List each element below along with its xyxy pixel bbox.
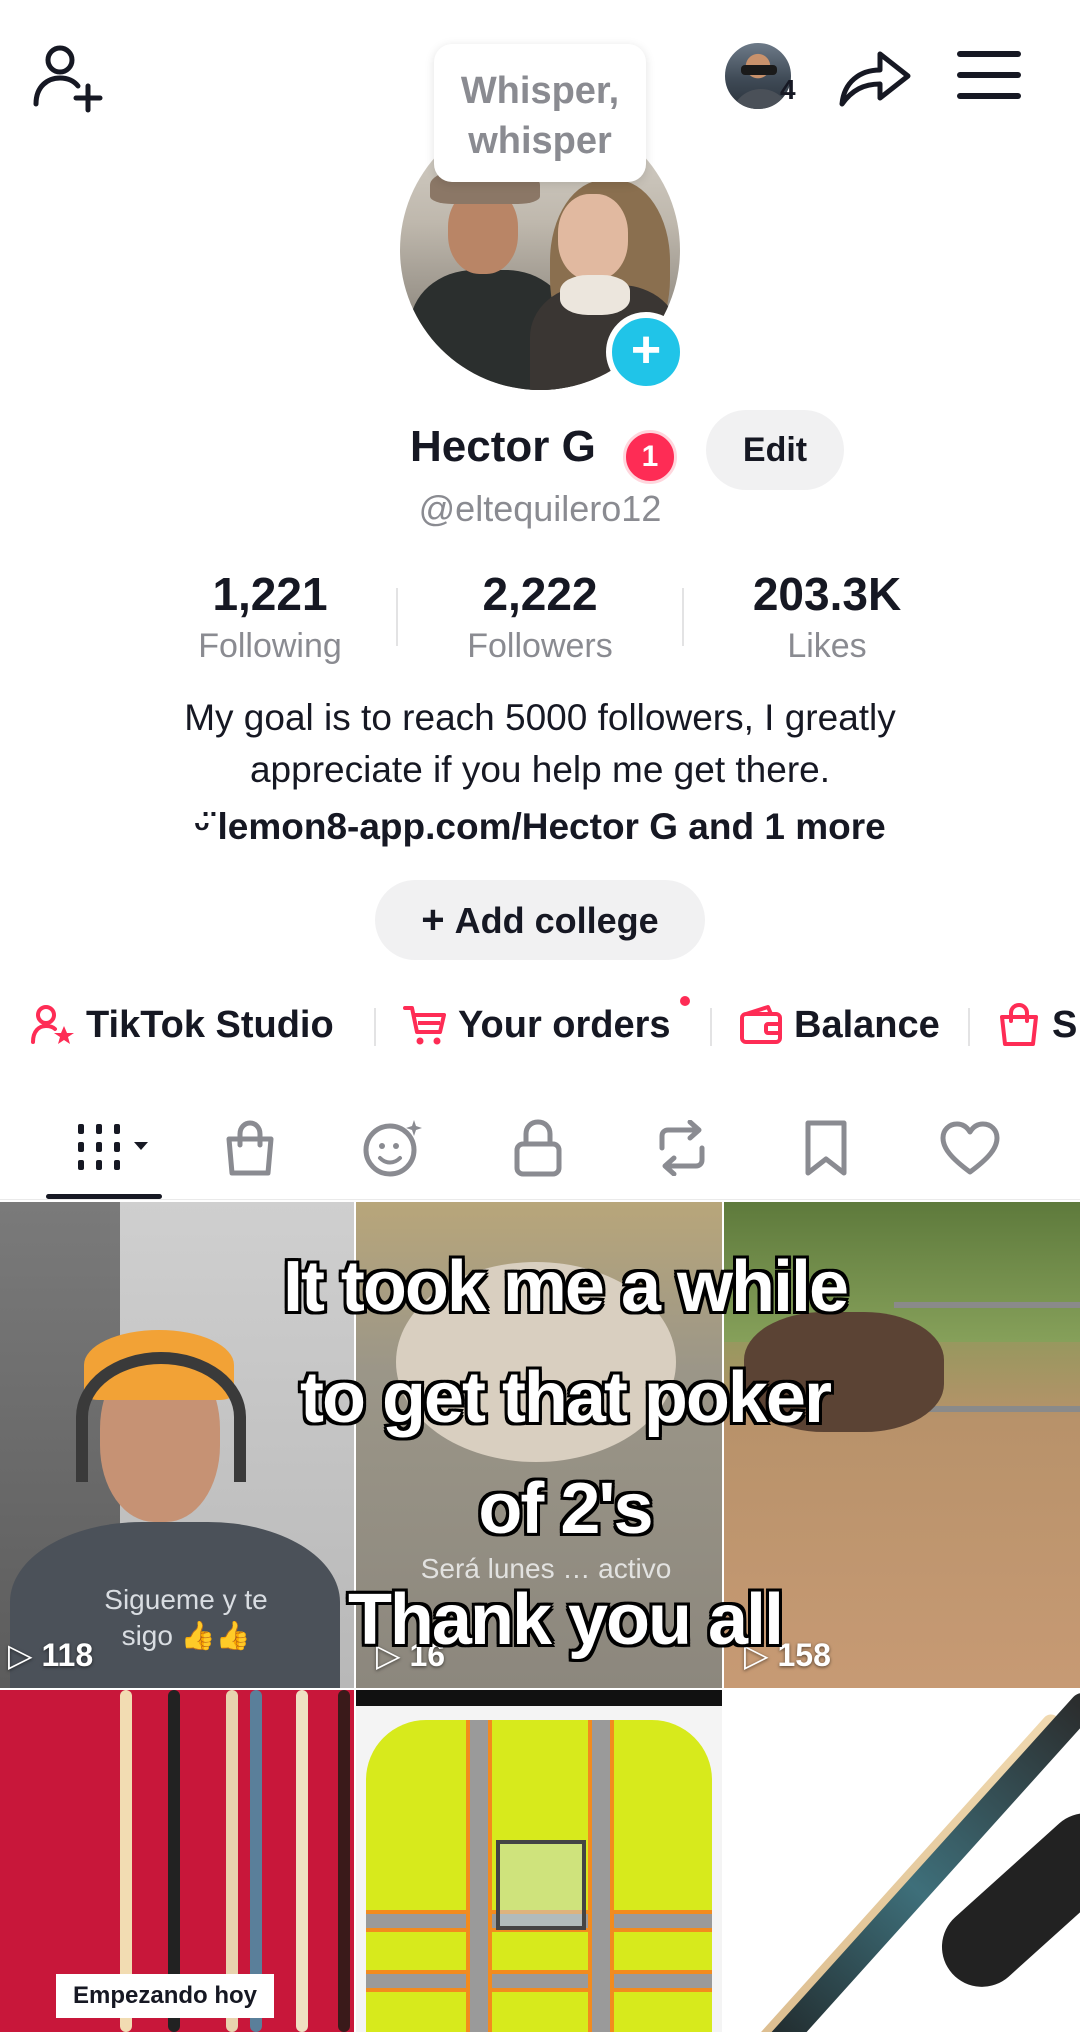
tab-liked[interactable] xyxy=(934,1116,1006,1180)
name-row: Hector G 1 Edit xyxy=(0,410,1080,492)
active-tab-indicator xyxy=(46,1194,162,1199)
caption-line-2: to get that poker xyxy=(299,1358,832,1438)
shortcut-shop-label: S xyxy=(1052,1003,1078,1046)
view-count: ▷ 118 xyxy=(8,1637,94,1673)
shortcut-tiktok-studio-label: TikTok Studio xyxy=(86,1003,334,1046)
tab-creator[interactable] xyxy=(358,1116,430,1180)
content-tabs xyxy=(0,1100,1080,1200)
tab-shop[interactable] xyxy=(214,1116,286,1180)
caption-line-4: Thank you all xyxy=(347,1580,784,1660)
cart-icon xyxy=(403,1006,446,1045)
video-label: Empezando hoy xyxy=(56,1974,274,2018)
stat-divider xyxy=(396,588,398,646)
bio-line-2: appreciate if you help me get there. xyxy=(249,749,831,790)
repost-icon xyxy=(659,1120,705,1176)
stat-following-value: 1,221 xyxy=(212,568,328,620)
video-caption-overlay: It took me a while to get that poker of … xyxy=(140,1232,990,1676)
username: @eltequilero12 xyxy=(418,488,662,529)
whisper-line-1: Whisper, xyxy=(460,70,620,112)
stat-following[interactable]: 1,221 Following xyxy=(140,566,400,670)
person-star-icon xyxy=(31,1005,74,1044)
stat-likes[interactable]: 203.3K Likes xyxy=(697,566,957,670)
share-icon[interactable] xyxy=(834,38,914,114)
add-college-label: Add college xyxy=(454,900,659,941)
add-college-button[interactable]: + Add college xyxy=(375,880,705,960)
videos-grid-icon xyxy=(78,1124,148,1170)
display-name: Hector G xyxy=(410,422,596,471)
stat-likes-label: Likes xyxy=(787,627,867,665)
edit-profile-button[interactable]: Edit xyxy=(706,410,844,490)
shortcut-divider xyxy=(968,1008,970,1046)
menu-icon[interactable] xyxy=(956,48,1022,102)
shortcut-divider xyxy=(374,1008,376,1046)
tab-videos[interactable] xyxy=(72,1116,160,1180)
bio-link-text: lemon8-app.com/Hector G and 1 more xyxy=(217,806,886,847)
shortcut-your-orders[interactable]: Your orders xyxy=(402,990,671,1060)
stat-followers[interactable]: 2,222 Followers xyxy=(410,566,670,670)
bio: My goal is to reach 5000 followers, I gr… xyxy=(80,692,1000,796)
video-thumbnail[interactable]: Empezando hoy xyxy=(0,1690,354,2032)
plus-icon: + xyxy=(421,898,445,942)
video-thumbnail[interactable] xyxy=(356,1690,722,2032)
shortcut-tiktok-studio[interactable]: TikTok Studio xyxy=(30,990,334,1060)
stat-followers-label: Followers xyxy=(467,627,613,665)
lock-icon xyxy=(514,1119,562,1177)
caption-line-1: It took me a while xyxy=(282,1247,849,1327)
bio-link[interactable]: ᵕ̈ lemon8-app.com/Hector G and 1 more xyxy=(0,806,1080,848)
whisper-line-2: whisper xyxy=(468,120,612,162)
profile-stats: 1,221 Following 2,222 Followers 203.3K L… xyxy=(140,566,940,676)
add-friend-icon[interactable] xyxy=(30,38,108,116)
shop-bag-icon xyxy=(226,1120,274,1176)
story-count: 4 xyxy=(780,74,796,105)
stat-following-label: Following xyxy=(198,627,342,665)
stat-followers-value: 2,222 xyxy=(482,568,598,620)
shortcuts-row: TikTok Studio Your orders Balance S xyxy=(0,990,1080,1060)
tab-reposts[interactable] xyxy=(646,1116,718,1180)
orders-notification-dot xyxy=(680,996,690,1006)
creator-face-icon xyxy=(363,1120,422,1177)
whisper-bubble[interactable]: Whisper, whisper xyxy=(434,44,646,182)
wallet-icon xyxy=(740,1005,782,1044)
heart-icon xyxy=(940,1121,1000,1175)
lemon8-icon: ᵕ̈ xyxy=(194,806,210,847)
shortcut-balance-label: Balance xyxy=(794,1003,940,1046)
notification-badge[interactable]: 1 xyxy=(623,430,677,484)
tab-private[interactable] xyxy=(502,1116,574,1180)
add-story-button[interactable]: + xyxy=(606,312,686,392)
stat-divider xyxy=(682,588,684,646)
bookmark-icon xyxy=(805,1120,847,1176)
shortcut-divider xyxy=(710,1008,712,1046)
caption-line-3: of 2's xyxy=(478,1469,653,1549)
stat-likes-value: 203.3K xyxy=(752,568,902,620)
shortcut-balance[interactable]: Balance xyxy=(738,990,940,1060)
tab-favorites[interactable] xyxy=(790,1116,862,1180)
shortcut-your-orders-label: Your orders xyxy=(458,1003,671,1046)
shopping-bag-icon xyxy=(1000,1002,1038,1046)
shortcut-shop[interactable]: S xyxy=(996,990,1077,1060)
video-thumbnail[interactable] xyxy=(724,1690,1080,2032)
bio-line-1: My goal is to reach 5000 followers, I gr… xyxy=(184,697,896,738)
